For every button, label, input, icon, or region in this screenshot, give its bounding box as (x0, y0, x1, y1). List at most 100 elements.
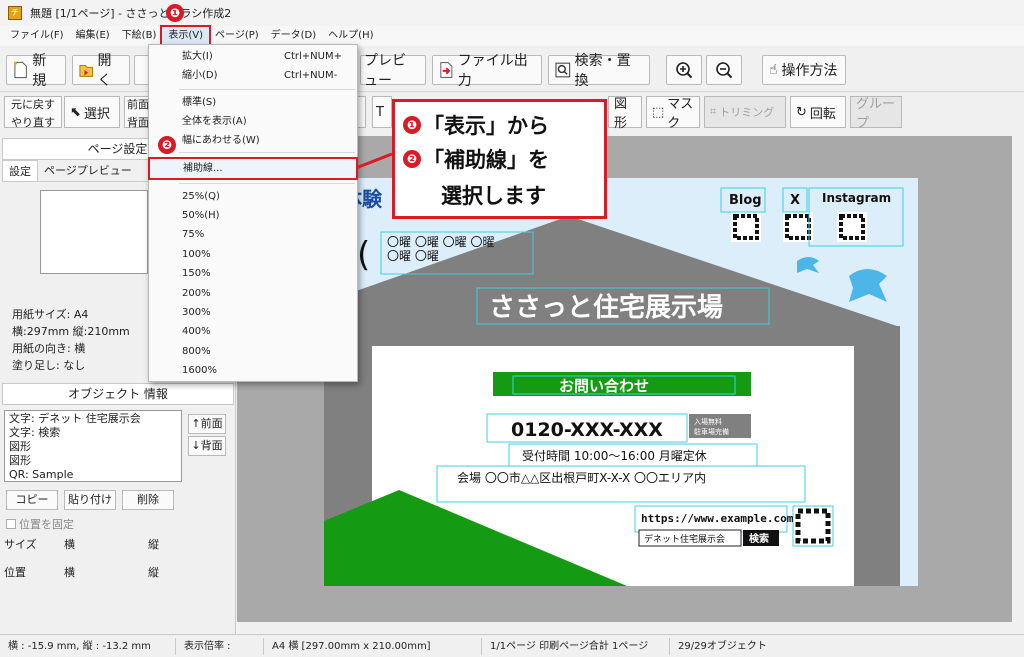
mask-label: マスク (667, 97, 694, 131)
menu-zoom-25[interactable]: 25%(Q) (149, 187, 357, 206)
mask-icon: ⬚ (652, 104, 665, 120)
menu-standard[interactable]: 標準(S) (149, 93, 357, 112)
list-item[interactable]: 文字: デネット 住宅展示会 (9, 412, 177, 426)
flyer-url: https://www.example.com (641, 512, 794, 525)
menu-view[interactable]: 表示(V) (160, 25, 212, 47)
menu-zoom-1600[interactable]: 1600% (149, 361, 357, 380)
list-item[interactable]: 図形 (9, 440, 177, 454)
new-button[interactable]: 新規 (6, 53, 66, 89)
menu-sketch[interactable]: 下絵(B) (116, 27, 163, 45)
flyer-x-label: X (790, 193, 800, 208)
delete-button[interactable]: 削除 (122, 490, 174, 510)
status-bar: 横 : -15.9 mm, 縦 : -13.2 mm 表示倍率 : 60% A4… (0, 634, 1024, 657)
open-button[interactable]: 開く (72, 53, 130, 89)
menu-guide-lines[interactable]: 補助線... (148, 157, 358, 180)
text-button-partial[interactable]: T (372, 96, 392, 128)
vertical-scrollbar[interactable] (1012, 136, 1024, 634)
search-replace-button[interactable]: 検索・置換 (548, 53, 650, 89)
list-item[interactable]: 図形 (9, 454, 177, 468)
menu-zoom-50[interactable]: 50%(H) (149, 206, 357, 225)
paste-button[interactable]: 貼り付け (64, 490, 116, 510)
howto-button[interactable]: ☝ 操作方法 (762, 55, 846, 85)
pos-h-label: 横 (64, 566, 75, 579)
status-coords: 横 : -15.9 mm, 縦 : -13.2 mm (0, 637, 176, 655)
mask-button[interactable]: ⬚ マスク (646, 96, 700, 131)
paper-bleed: 塗り足し: なし (12, 359, 86, 372)
open-label: 開く (97, 53, 112, 89)
paper-info: 用紙サイズ: A4 横:297mm 縦:210mm 用紙の向き: 横 塗り足し:… (0, 306, 150, 374)
menu-zoom-150[interactable]: 150% (149, 264, 357, 283)
menu-zoom-300[interactable]: 300% (149, 303, 357, 322)
flyer-free-badge-2: 駐車場完備 (694, 427, 729, 436)
zoom-in-shortcut: Ctrl+NUM+ (284, 51, 342, 62)
back-button[interactable]: 背面 (127, 115, 149, 130)
zoom-in-icon (676, 62, 693, 79)
move-front-button[interactable]: ↑前面 (188, 414, 226, 434)
select-label: 選択 (83, 106, 110, 122)
menu-zoom-800[interactable]: 800% (149, 342, 357, 361)
list-item[interactable]: 文字: 検索 (9, 426, 177, 440)
redo-button[interactable]: やり直す (11, 115, 55, 130)
rotate-button[interactable]: ↻ 回転 (790, 96, 846, 128)
checkbox-icon (6, 519, 16, 529)
qr-code-blog-icon (731, 212, 761, 242)
step-badge-1: ❶ (166, 4, 184, 22)
trim-button[interactable]: ⌗ トリミング (704, 96, 786, 128)
undo-button[interactable]: 元に戻す (11, 97, 55, 112)
lock-label: 位置を固定 (19, 518, 74, 531)
app-logo-icon: チ (8, 6, 22, 20)
menu-zoom-100[interactable]: 100% (149, 245, 357, 264)
menu-edit[interactable]: 編集(E) (70, 27, 116, 45)
object-list[interactable]: 文字: デネット 住宅展示会 文字: 検索 図形 図形 QR: Sample (4, 410, 182, 482)
tab-page-preview[interactable]: ページプレビュー (38, 160, 138, 181)
pos-v-label: 縦 (148, 566, 159, 579)
flyer-free-badge-1: 入場無料 (694, 417, 722, 426)
front-button[interactable]: 前面 (127, 97, 149, 112)
group-label: グループ (856, 97, 896, 131)
callout-line-2: 「補助線」を (423, 148, 549, 172)
menu-separator (179, 183, 355, 184)
zoom-in-button[interactable] (666, 55, 702, 85)
menu-zoom-out[interactable]: 縮小(D) Ctrl+NUM- (149, 66, 357, 85)
search-replace-label: 検索・置換 (574, 53, 631, 89)
status-zoom: 表示倍率 : 60% (176, 637, 264, 655)
copy-button[interactable]: コピー (6, 490, 58, 510)
menu-show-all[interactable]: 全体を表示(A) (149, 112, 357, 131)
qr-code-instagram-icon (837, 212, 867, 242)
menu-zoom-in[interactable]: 拡大(I) Ctrl+NUM+ (149, 47, 357, 66)
preview-label: プレビュー (364, 53, 406, 89)
callout-badge-1: ❶ (403, 116, 421, 134)
tab-settings[interactable]: 設定 (2, 160, 38, 181)
menu-zoom-75[interactable]: 75% (149, 225, 357, 244)
lock-position-checkbox[interactable]: 位置を固定 (6, 516, 74, 532)
flyer-phone: 0120-XXX-XXX (511, 419, 663, 441)
preview-button[interactable]: プレビュー (360, 53, 426, 89)
flyer-instagram-label: Instagram (822, 191, 891, 205)
select-button[interactable]: ⬉ 選択 (64, 96, 120, 128)
shape-button[interactable]: 図形 (608, 96, 642, 131)
export-button[interactable]: ファイル出力 (432, 53, 542, 89)
menu-help[interactable]: ヘルプ(H) (322, 27, 379, 45)
horizontal-scrollbar[interactable] (237, 622, 1012, 634)
callout-connector (356, 152, 393, 170)
zoom-out-icon (716, 62, 733, 79)
menu-zoom-200[interactable]: 200% (149, 284, 357, 303)
menu-fit-width[interactable]: 幅にあわせる(W) (149, 131, 357, 150)
flyer-search-text: デネット住宅展示会 (644, 533, 725, 545)
menu-data[interactable]: データ(D) (265, 27, 323, 45)
rotate-label: 回転 (809, 106, 836, 122)
status-pages: 1/1ページ 印刷ページ合計 1ページ (482, 637, 670, 655)
group-button[interactable]: グループ (850, 96, 902, 131)
view-menu-dropdown: 拡大(I) Ctrl+NUM+ 縮小(D) Ctrl+NUM- 標準(S) 全体を表… (148, 44, 358, 382)
list-item[interactable]: QR: Sample (9, 468, 177, 481)
menu-zoom-400[interactable]: 400% (149, 322, 357, 341)
move-back-button[interactable]: ↓背面 (188, 436, 226, 456)
size-h-label: 横 (64, 538, 75, 551)
house-wall-right (854, 326, 900, 586)
status-paper: A4 横 [297.00mm x 210.00mm] (264, 637, 482, 655)
menu-page[interactable]: ページ(P) (209, 27, 265, 45)
position-label: 位置 (4, 566, 26, 579)
menu-file[interactable]: ファイル(F) (4, 27, 70, 45)
flyer-main-title: ささっと住宅展示場 (489, 292, 723, 323)
zoom-out-button[interactable] (706, 55, 742, 85)
